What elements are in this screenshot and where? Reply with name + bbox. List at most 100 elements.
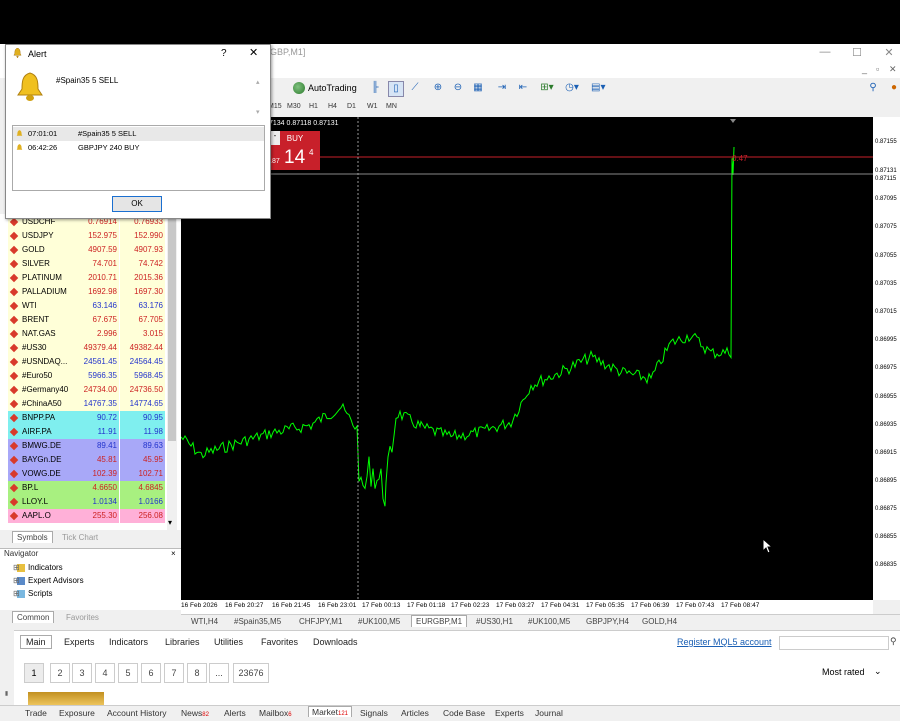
market-watch-row[interactable]: #ChinaA50 14767.35 14774.65 (8, 397, 166, 411)
scroll-down-icon[interactable]: ▾ (168, 518, 172, 527)
expand-icon[interactable]: ⊞ (13, 576, 20, 585)
tab-symbols[interactable]: Symbols (12, 531, 53, 543)
templates-icon[interactable]: ▤▾ (591, 81, 605, 95)
line-chart-icon[interactable]: ⟋ (408, 81, 422, 95)
tf-mn[interactable]: MN (386, 103, 397, 110)
help-icon[interactable]: ? (221, 48, 227, 59)
page-button[interactable]: 7 (164, 663, 184, 683)
market-watch-row[interactable]: USDJPY 152.975 152.990 (8, 229, 166, 243)
chevron-down-icon[interactable]: ⌄ (874, 666, 882, 677)
page-button[interactable]: 3 (72, 663, 92, 683)
tf-h4[interactable]: H4 (328, 103, 337, 110)
nav-scripts[interactable]: Scripts (17, 589, 52, 598)
bottom-tab[interactable]: Articles (401, 708, 429, 718)
page-button[interactable]: 1 (24, 663, 44, 683)
market-watch-row[interactable]: WTI 63.146 63.176 (8, 299, 166, 313)
tab-common[interactable]: Common (12, 611, 55, 623)
tab-libraries[interactable]: Libraries (165, 637, 200, 647)
market-watch-row[interactable]: #Euro50 5966.35 5968.45 (8, 369, 166, 383)
tile-windows-icon[interactable]: ▦ (471, 81, 485, 95)
autoscroll-icon[interactable]: ⇥ (495, 81, 509, 95)
alert-row[interactable]: 07:01:01 #Spain35 5 SELL (13, 127, 264, 141)
market-watch-row[interactable]: #Germany40 24734.00 24736.50 (8, 383, 166, 397)
page-button[interactable]: 2 (50, 663, 70, 683)
tf-h1[interactable]: H1 (309, 103, 318, 110)
chart-tab[interactable]: CHFJPY,M1 (299, 617, 342, 626)
page-button[interactable]: 23676 (233, 663, 269, 683)
chart-tab[interactable]: WTI,H4 (191, 617, 218, 626)
ok-button[interactable]: OK (112, 196, 162, 212)
page-button[interactable]: 4 (95, 663, 115, 683)
tf-d1[interactable]: D1 (347, 103, 356, 110)
market-watch-row[interactable]: SILVER 74.701 74.742 (8, 257, 166, 271)
minimize-icon[interactable]: — (815, 46, 835, 58)
page-button[interactable]: ... (209, 663, 229, 683)
close-icon[interactable]: ✕ (879, 46, 899, 59)
search-icon[interactable]: ⚲ (866, 81, 880, 95)
bar-chart-icon[interactable]: ╟ (368, 81, 382, 95)
sort-select[interactable]: Most rated (822, 667, 865, 677)
maximize-icon[interactable]: ☐ (847, 46, 867, 59)
mw-scrollbar[interactable]: ▾ (167, 214, 177, 530)
mw-scrollbar-thumb[interactable] (168, 216, 176, 441)
bottom-tab[interactable]: Code Base (443, 708, 485, 718)
market-watch-row[interactable]: AIRF.PA 11.91 11.98 (8, 425, 166, 439)
tf-m30[interactable]: M30 (287, 103, 301, 110)
candlestick-icon[interactable]: ▯ (388, 81, 404, 97)
zoom-in-icon[interactable]: ⊕ (431, 81, 445, 95)
market-watch-row[interactable]: #US30 49379.44 49382.44 (8, 341, 166, 355)
tab-main[interactable]: Main (20, 635, 52, 649)
bottom-tab[interactable]: Exposure (59, 708, 95, 718)
tab-indicators[interactable]: Indicators (109, 637, 148, 647)
chart-tab[interactable]: GBPJPY,H4 (586, 617, 629, 626)
chart-shift-icon[interactable]: ⇤ (516, 81, 530, 95)
market-watch-row[interactable]: AAPL.O 255.30 256.08 (8, 509, 166, 523)
bottom-tab[interactable]: News82 (181, 708, 209, 718)
mdi-minimize-icon[interactable]: _ (862, 64, 867, 74)
autotrading-button[interactable]: AutoTrading (293, 80, 357, 96)
market-watch-row[interactable]: PALLADIUM 1692.98 1697.30 (8, 285, 166, 299)
scroll-down-icon[interactable]: ▾ (256, 108, 260, 116)
zoom-out-icon[interactable]: ⊖ (451, 81, 465, 95)
tab-tick-chart[interactable]: Tick Chart (62, 533, 98, 542)
tab-favorites[interactable]: Favorites (66, 613, 99, 622)
market-watch-row[interactable]: BRENT 67.675 67.705 (8, 313, 166, 327)
nav-indicators[interactable]: Indicators (17, 563, 63, 572)
page-button[interactable]: 5 (118, 663, 138, 683)
tf-w1[interactable]: W1 (367, 103, 378, 110)
product-thumbnail[interactable] (28, 692, 104, 706)
market-watch-row[interactable]: BMWG.DE 89.41 89.63 (8, 439, 166, 453)
market-watch-row[interactable]: #USNDAQ... 24561.45 24564.45 (8, 355, 166, 369)
tab-experts[interactable]: Experts (64, 637, 95, 647)
chart-tab-active[interactable]: EURGBP,M1 (411, 615, 468, 627)
market-watch-row[interactable]: BNPP.PA 90.72 90.95 (8, 411, 166, 425)
tab-downloads[interactable]: Downloads (313, 637, 358, 647)
chart-tab[interactable]: #UK100,M5 (358, 617, 400, 626)
chart-tab[interactable]: #UK100,M5 (528, 617, 570, 626)
market-watch-row[interactable]: BP.L 4.6650 4.6845 (8, 481, 166, 495)
periods-icon[interactable]: ◷▾ (565, 81, 579, 95)
market-search-input[interactable] (779, 636, 889, 650)
page-button[interactable]: 8 (187, 663, 207, 683)
mdi-restore-icon[interactable]: ▫ (876, 64, 879, 74)
bottom-tab[interactable]: Alerts (224, 708, 246, 718)
chart-tab[interactable]: #Spain35,M5 (234, 617, 281, 626)
alert-row[interactable]: 06:42:26 GBPJPY 240 BUY (13, 141, 264, 155)
market-watch-row[interactable]: LLOY.L 1.0134 1.0166 (8, 495, 166, 509)
market-watch-row[interactable]: BAYGn.DE 45.81 45.95 (8, 453, 166, 467)
tab-favorites[interactable]: Favorites (261, 637, 298, 647)
chart-tab[interactable]: #US30,H1 (476, 617, 513, 626)
sell-collapse[interactable]: - (270, 131, 280, 145)
nav-expert-advisors[interactable]: Expert Advisors (17, 576, 84, 585)
price-chart[interactable]: 7134 0.87118 0.87131 0:47 (181, 117, 873, 600)
bottom-tab[interactable]: Experts (495, 708, 524, 718)
tab-utilities[interactable]: Utilities (214, 637, 243, 647)
bottom-tab[interactable]: Market121 (308, 706, 352, 717)
page-button[interactable]: 6 (141, 663, 161, 683)
indicators-icon[interactable]: ⊞▾ (540, 81, 554, 95)
search-icon[interactable]: ⚲ (890, 636, 897, 647)
bottom-tab[interactable]: Journal (535, 708, 563, 718)
bottom-tab[interactable]: Account History (107, 708, 167, 718)
expand-icon[interactable]: ⊞ (13, 563, 20, 572)
register-link[interactable]: Register MQL5 account (677, 637, 772, 647)
